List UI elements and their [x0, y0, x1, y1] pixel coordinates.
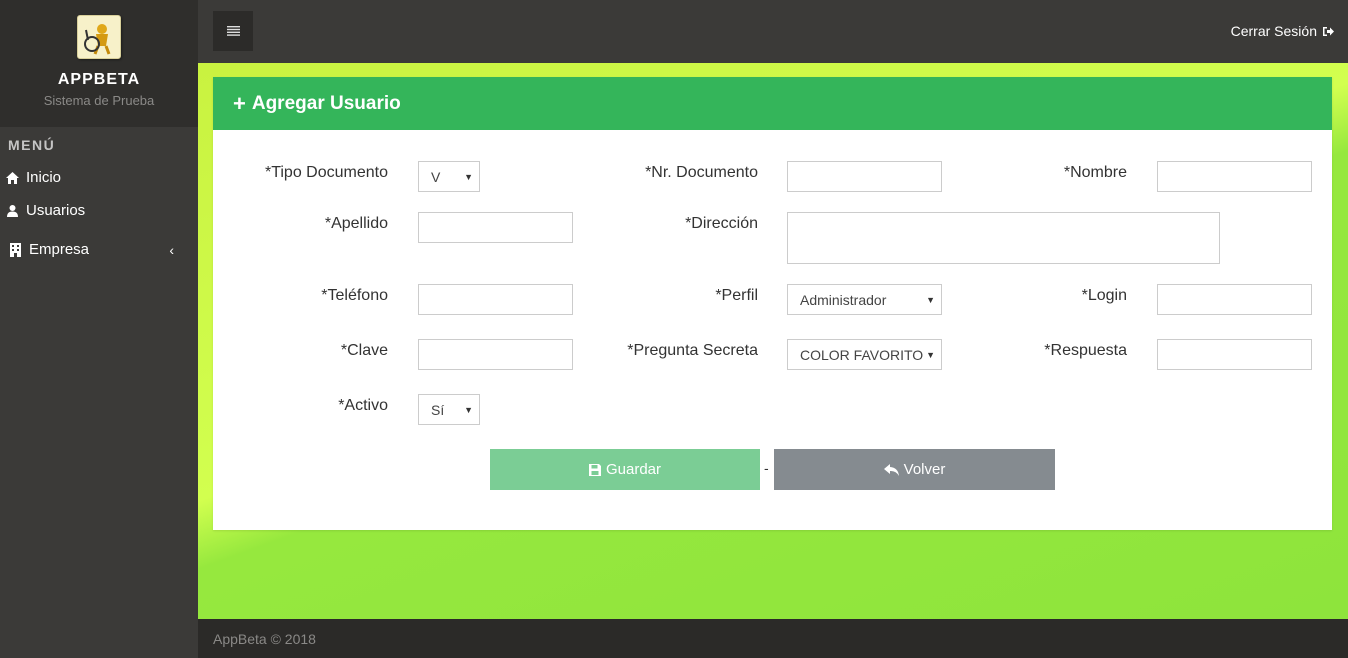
caret-down-icon: ▼ [461, 404, 473, 415]
topbar: Cerrar Sesión [198, 0, 1348, 63]
respuesta-label: *Respuesta [1044, 342, 1127, 359]
sign-out-icon [1322, 26, 1334, 37]
menu-icon [226, 23, 240, 39]
footer: AppBeta © 2018 [198, 619, 1348, 658]
footer-text: AppBeta © 2018 [213, 631, 316, 647]
app-name: APPBETA [57, 71, 141, 88]
clave-label: *Clave [340, 342, 388, 359]
login-input[interactable] [1157, 284, 1312, 315]
reply-icon [883, 463, 899, 476]
back-button[interactable]: Volver [774, 449, 1055, 490]
floppy-disk-icon [588, 463, 601, 476]
sidebar-item-label: Inicio [26, 169, 62, 186]
sidebar: APPBETA Sistema de Prueba MENÚ Inicio Us… [0, 0, 198, 658]
sidebar-item-inicio[interactable]: Inicio [0, 161, 198, 194]
add-user-panel: + Agregar Usuario *Tipo Documento V ▼ *N… [213, 77, 1332, 530]
telefono-label: *Teléfono [321, 287, 388, 304]
sidebar-item-label: Usuarios [26, 202, 86, 219]
nr-documento-label: *Nr. Documento [645, 164, 758, 181]
nombre-label: *Nombre [1063, 164, 1127, 181]
activo-label: *Activo [338, 397, 388, 414]
back-label: Volver [903, 461, 946, 478]
logout-label: Cerrar Sesión [1230, 23, 1317, 39]
sidebar-item-usuarios[interactable]: Usuarios [0, 194, 198, 227]
login-label: *Login [1081, 287, 1127, 304]
nombre-input[interactable] [1157, 161, 1312, 192]
logout-link[interactable]: Cerrar Sesión [1231, 23, 1334, 39]
main-content: + Agregar Usuario *Tipo Documento V ▼ *N… [198, 63, 1348, 619]
chevron-left-icon: ‹ [169, 241, 174, 258]
direccion-textarea[interactable] [787, 212, 1220, 264]
clave-input[interactable] [418, 339, 573, 370]
building-icon [8, 242, 22, 257]
activo-value: Sí [431, 401, 445, 418]
save-label: Guardar [605, 461, 662, 478]
telefono-input[interactable] [418, 284, 573, 315]
apellido-label: *Apellido [324, 215, 388, 232]
save-button[interactable]: Guardar [490, 449, 760, 490]
activo-select[interactable]: Sí ▼ [418, 394, 480, 425]
page-title: Agregar Usuario [251, 92, 401, 114]
tipo-documento-select[interactable]: V ▼ [418, 161, 480, 192]
respuesta-input[interactable] [1157, 339, 1312, 370]
perfil-select[interactable]: Administrador ▼ [787, 284, 942, 315]
app-logo [77, 15, 121, 59]
perfil-label: *Perfil [715, 287, 758, 304]
caret-down-icon: ▼ [923, 294, 935, 305]
pregunta-secreta-label: *Pregunta Secreta [627, 342, 758, 359]
panel-header: + Agregar Usuario [213, 77, 1332, 130]
tipo-documento-value: V [431, 168, 441, 185]
brand: APPBETA Sistema de Prueba [0, 0, 198, 127]
apellido-input[interactable] [418, 212, 573, 243]
pregunta-secreta-select[interactable]: COLOR FAVORITO ▼ [787, 339, 942, 370]
button-separator: - [764, 460, 769, 476]
user-icon [5, 204, 19, 217]
perfil-value: Administrador [800, 291, 887, 308]
direccion-label: *Dirección [685, 215, 758, 232]
sidebar-item-empresa[interactable]: Empresa ‹ [0, 227, 198, 272]
sidebar-toggle-button[interactable] [213, 11, 253, 51]
plus-icon: + [233, 90, 246, 116]
pregunta-secreta-value: COLOR FAVORITO [800, 346, 924, 363]
nr-documento-input[interactable] [787, 161, 942, 192]
caret-down-icon: ▼ [923, 349, 935, 360]
tipo-documento-label: *Tipo Documento [264, 164, 388, 181]
caret-down-icon: ▼ [461, 171, 473, 182]
menu-title: MENÚ [8, 137, 56, 153]
home-icon [5, 171, 19, 184]
sidebar-item-label: Empresa [29, 241, 90, 258]
app-subtitle: Sistema de Prueba [43, 93, 155, 108]
